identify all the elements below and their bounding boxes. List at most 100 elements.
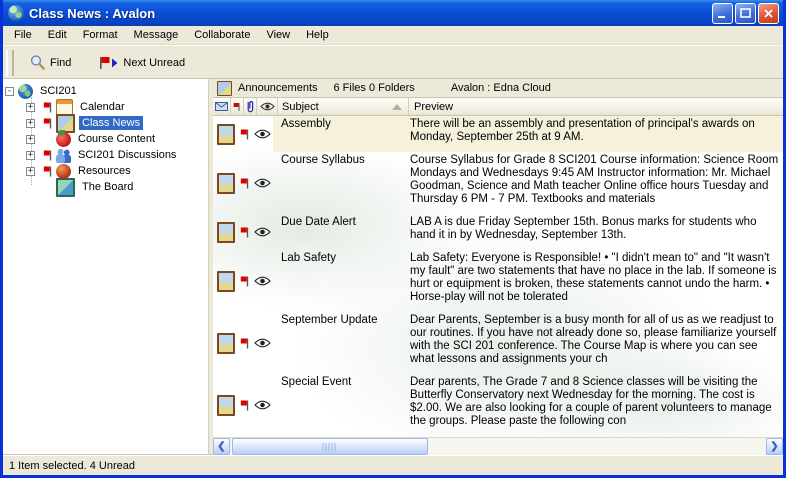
message-preview: Lab Safety: Everyone is Responsible! • "… xyxy=(404,250,783,312)
tree-item[interactable]: + Course Content xyxy=(26,131,208,147)
expand-box-icon[interactable]: + xyxy=(26,167,35,176)
bulletin-icon xyxy=(217,333,235,354)
horizontal-scrollbar: ❮ ❯ xyxy=(213,437,783,455)
column-header-row: Subject Preview xyxy=(213,98,783,116)
unread-flag-icon xyxy=(240,399,250,412)
tree-item-label: SCI201 Discussions xyxy=(75,148,179,162)
toolbar: Find Next Unread xyxy=(3,45,783,79)
message-row[interactable]: Assembly There will be an assembly and p… xyxy=(213,116,783,152)
scroll-left-button[interactable]: ❮ xyxy=(213,438,230,455)
tree-item[interactable]: + SCI201 Discussions xyxy=(26,147,208,163)
minimize-button[interactable] xyxy=(712,3,733,24)
pane-header: Announcements 6 Files 0 Folders Avalon :… xyxy=(213,79,783,98)
menu-item[interactable]: Message xyxy=(126,27,187,43)
message-row[interactable]: Due Date Alert LAB A is due Friday Septe… xyxy=(213,214,783,250)
unread-flag-icon xyxy=(43,149,53,162)
message-subject: Course Syllabus xyxy=(273,152,404,214)
unread-flag-icon xyxy=(43,101,53,114)
message-preview: Dear parents, The Grade 7 and 8 Science … xyxy=(404,374,783,436)
eye-icon xyxy=(254,178,271,188)
tree-item[interactable]: + Calendar xyxy=(26,99,208,115)
status-bar: 1 Item selected. 4 Unread xyxy=(3,455,783,475)
unread-flag-icon xyxy=(240,177,250,190)
column-read-status[interactable] xyxy=(257,98,278,115)
envelope-icon xyxy=(215,102,228,111)
bulletin-icon xyxy=(217,173,235,194)
menu-item[interactable]: View xyxy=(258,27,298,43)
paperclip-icon xyxy=(246,100,254,113)
tree-item[interactable]: The Board xyxy=(26,179,208,195)
globe-app-icon xyxy=(8,5,24,21)
column-flag[interactable] xyxy=(231,98,244,115)
message-preview: Course Syllabus for Grade 8 SCI201 Cours… xyxy=(404,152,783,214)
menu-item[interactable]: File xyxy=(6,27,40,43)
content-area: - SCI201 + Calendar + xyxy=(3,79,783,455)
flag-icon xyxy=(233,101,241,113)
column-message-type[interactable] xyxy=(213,98,231,115)
status-text: 1 Item selected. 4 Unread xyxy=(9,460,135,472)
expand-box-icon[interactable]: + xyxy=(26,151,35,160)
bulletin-icon xyxy=(217,271,235,292)
scrollbar-track[interactable] xyxy=(230,438,766,455)
conference-icon xyxy=(56,178,75,197)
tree-root-label: SCI201 xyxy=(37,84,80,98)
tree-item-root[interactable]: - SCI201 xyxy=(3,83,208,99)
find-button[interactable]: Find xyxy=(22,50,78,75)
conference-tree: - SCI201 + Calendar + xyxy=(3,79,209,455)
conference-icon xyxy=(56,148,71,163)
expand-box-icon[interactable]: + xyxy=(26,119,35,128)
tree-item-label: Course Content xyxy=(75,132,158,146)
maximize-button[interactable] xyxy=(735,3,756,24)
title-bar[interactable]: Class News : Avalon xyxy=(3,0,783,26)
column-preview[interactable]: Preview xyxy=(409,98,783,115)
message-pane: Announcements 6 Files 0 Folders Avalon :… xyxy=(213,79,783,455)
tree-item[interactable]: + Class News xyxy=(26,115,208,131)
menu-item[interactable]: Edit xyxy=(40,27,75,43)
conference-icon xyxy=(56,164,71,179)
tree-item-label: Resources xyxy=(75,164,134,178)
conference-icon xyxy=(56,99,73,116)
eye-icon xyxy=(254,400,271,410)
message-row[interactable]: Special Event Dear parents, The Grade 7 … xyxy=(213,374,783,436)
message-row[interactable]: September Update Dear Parents, September… xyxy=(213,312,783,374)
expand-box-icon[interactable]: + xyxy=(26,135,35,144)
bulletin-icon xyxy=(217,124,235,145)
eye-icon xyxy=(254,129,271,139)
message-row[interactable]: Course Syllabus Course Syllabus for Grad… xyxy=(213,152,783,214)
conference-icon xyxy=(56,132,71,147)
tree-item-label: Calendar xyxy=(77,100,128,114)
pane-location: Avalon : Edna Cloud xyxy=(451,82,551,94)
find-label: Find xyxy=(50,57,71,69)
next-unread-flag-icon xyxy=(99,56,119,70)
expand-box-icon[interactable]: + xyxy=(26,103,35,112)
menu-bar: File Edit Format Message Collaborate Vie… xyxy=(3,26,783,45)
next-unread-button[interactable]: Next Unread xyxy=(92,52,192,74)
eye-icon xyxy=(260,102,275,111)
column-subject[interactable]: Subject xyxy=(278,98,409,115)
message-row[interactable]: Lab Safety Lab Safety: Everyone is Respo… xyxy=(213,250,783,312)
toolbar-gripper[interactable] xyxy=(6,50,14,76)
tree-item-label: The Board xyxy=(79,180,136,194)
message-preview: Dear Parents, September is a busy month … xyxy=(404,312,783,374)
message-subject: Special Event xyxy=(273,374,404,436)
eye-icon xyxy=(254,338,271,348)
menu-item[interactable]: Help xyxy=(298,27,337,43)
bulletin-icon xyxy=(217,395,235,416)
tree-item[interactable]: + Resources xyxy=(26,163,208,179)
collapse-box-icon[interactable]: - xyxy=(5,87,14,96)
scrollbar-thumb[interactable] xyxy=(232,438,428,455)
sort-ascending-icon xyxy=(392,104,402,110)
unread-flag-icon xyxy=(240,226,250,239)
unread-flag-icon xyxy=(43,165,53,178)
menu-item[interactable]: Format xyxy=(75,27,126,43)
message-preview: LAB A is due Friday September 15th. Bonu… xyxy=(404,214,783,250)
preview-header-label: Preview xyxy=(414,101,453,113)
column-attachment[interactable] xyxy=(244,98,257,115)
close-button[interactable] xyxy=(758,3,779,24)
tree-item-label: Class News xyxy=(79,116,143,130)
eye-icon xyxy=(254,276,271,286)
unread-flag-icon xyxy=(240,337,250,350)
scroll-right-button[interactable]: ❯ xyxy=(766,438,783,455)
menu-item[interactable]: Collaborate xyxy=(186,27,258,43)
message-subject: September Update xyxy=(273,312,404,374)
